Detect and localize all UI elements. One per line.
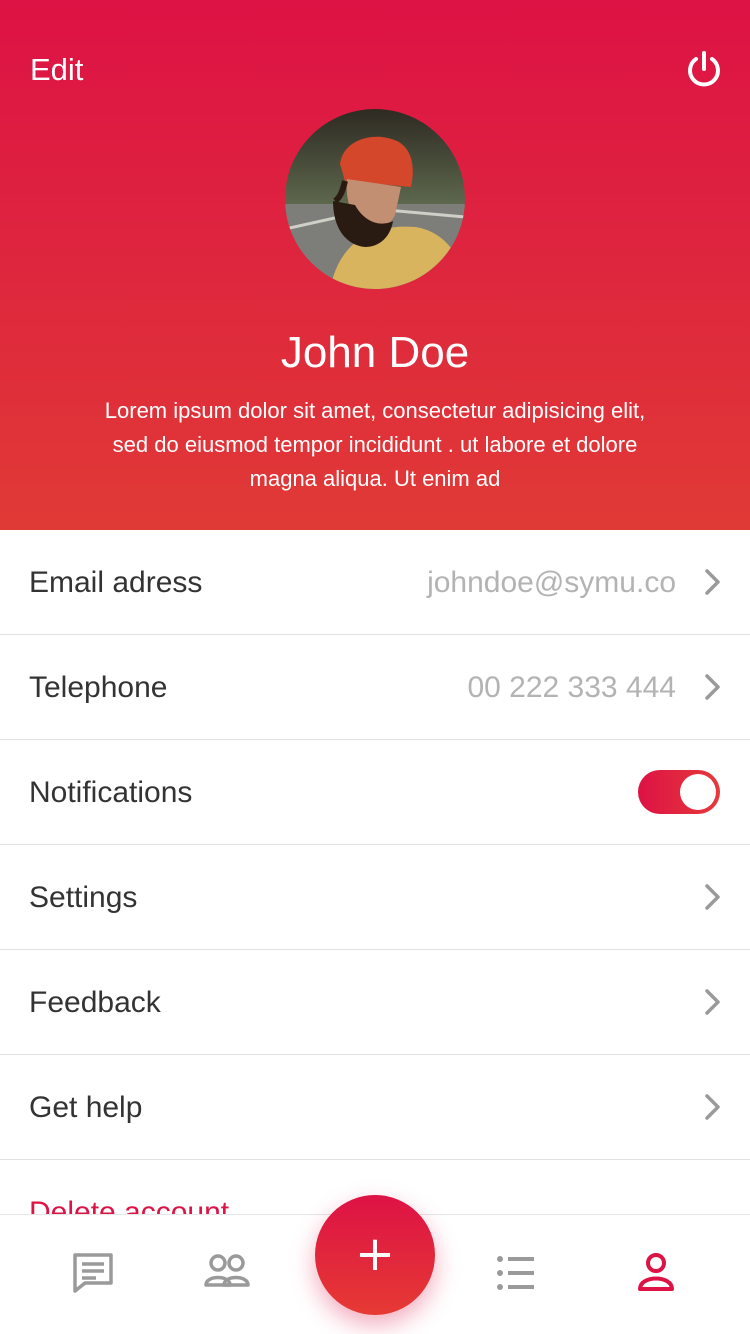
email-label: Email adress bbox=[29, 566, 203, 599]
email-value: johndoe@symu.co bbox=[427, 566, 676, 599]
notifications-toggle[interactable] bbox=[638, 770, 720, 814]
profile-name: John Doe bbox=[280, 328, 470, 377]
settings-list: Email adress johndoe@symu.co Telephone 0… bbox=[0, 530, 750, 1265]
chevron-right-icon bbox=[703, 1094, 723, 1120]
chat-icon[interactable] bbox=[71, 1251, 115, 1295]
help-row[interactable]: Get help bbox=[0, 1055, 750, 1160]
avatar bbox=[285, 109, 465, 289]
plus-icon: + bbox=[354, 1226, 396, 1282]
settings-label: Settings bbox=[29, 881, 138, 914]
feedback-row[interactable]: Feedback bbox=[0, 950, 750, 1055]
power-icon[interactable] bbox=[684, 50, 724, 90]
notifications-row: Notifications bbox=[0, 740, 750, 845]
telephone-row[interactable]: Telephone 00 222 333 444 bbox=[0, 635, 750, 740]
settings-row[interactable]: Settings bbox=[0, 845, 750, 950]
chevron-right-icon bbox=[703, 884, 723, 910]
people-icon[interactable] bbox=[204, 1251, 250, 1295]
add-button[interactable]: + bbox=[315, 1195, 435, 1315]
telephone-label: Telephone bbox=[29, 671, 168, 704]
feedback-label: Feedback bbox=[29, 986, 161, 1019]
notifications-label: Notifications bbox=[29, 776, 193, 809]
help-label: Get help bbox=[29, 1091, 143, 1124]
list-icon[interactable] bbox=[496, 1251, 536, 1295]
chevron-right-icon bbox=[703, 989, 723, 1015]
profile-header: Edit John Doe Lorem ipsum dolor sit amet… bbox=[0, 0, 750, 530]
chevron-right-icon bbox=[703, 674, 723, 700]
telephone-value: 00 222 333 444 bbox=[467, 671, 676, 704]
profile-icon[interactable] bbox=[637, 1251, 675, 1295]
email-row[interactable]: Email adress johndoe@symu.co bbox=[0, 530, 750, 635]
edit-button[interactable]: Edit bbox=[30, 52, 83, 88]
chevron-right-icon bbox=[703, 569, 723, 595]
toggle-knob bbox=[680, 774, 716, 810]
profile-bio: Lorem ipsum dolor sit amet, consectetur … bbox=[104, 398, 646, 491]
